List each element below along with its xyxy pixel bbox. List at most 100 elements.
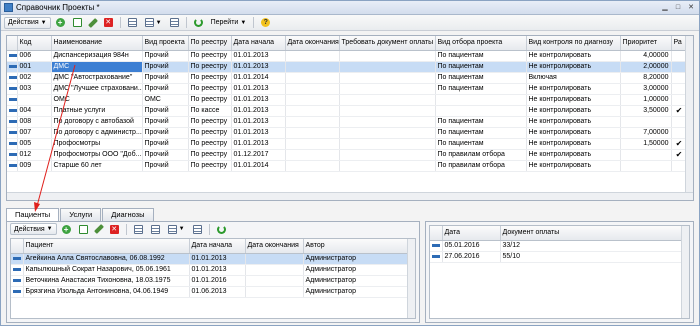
table-cell[interactable]: По реестру <box>188 116 232 128</box>
table-cell[interactable]: Прочий <box>142 127 189 139</box>
table-cell[interactable]: Брязгина Изольда Антониновна, 04.06.1949 <box>23 286 190 298</box>
table-cell[interactable]: По договору с автобазой <box>51 116 143 128</box>
minimize-icon[interactable]: ▁ <box>660 3 670 12</box>
column-header[interactable]: Требовать документ оплаты <box>339 36 436 51</box>
table-cell[interactable]: Профосмотры ООО "Доб... <box>51 149 143 161</box>
column-header[interactable]: Автор <box>303 239 412 254</box>
clear-filter-button[interactable] <box>167 17 182 29</box>
payment-documents-table[interactable]: Дата Документ оплаты 05.01.2016 33/12 27.0… <box>429 225 690 319</box>
table-row[interactable]: 001 ДМС Прочий По реестру 01.01.2013 По пацие… <box>7 61 688 73</box>
column-header[interactable]: По реестру <box>188 36 232 51</box>
table-cell[interactable] <box>435 94 527 106</box>
table-cell[interactable]: Не контролировать <box>526 127 621 139</box>
table-cell[interactable]: Включая <box>526 72 621 84</box>
patient-edit-button[interactable] <box>93 223 105 235</box>
column-header[interactable]: Дата начала <box>231 36 286 51</box>
column-header[interactable]: Дата окончания <box>285 36 340 51</box>
table-cell[interactable]: Прочий <box>142 50 189 62</box>
close-icon[interactable]: ✕ <box>686 3 696 12</box>
table-cell[interactable]: 007 <box>17 127 52 139</box>
table-cell[interactable] <box>339 72 436 84</box>
table-cell[interactable]: 01.01.2013 <box>189 253 246 265</box>
table-cell[interactable]: Прочий <box>142 138 189 150</box>
table-cell[interactable] <box>285 94 340 106</box>
patient-clear-filter-button[interactable] <box>190 223 205 235</box>
table-cell[interactable]: Прочий <box>142 160 189 172</box>
table-cell[interactable]: По правилам отбора <box>435 160 527 172</box>
table-cell[interactable]: 01.06.2013 <box>189 286 246 298</box>
table-cell[interactable]: 01.01.2016 <box>189 275 246 287</box>
tab-services[interactable]: Услуги <box>60 208 102 221</box>
table-cell[interactable] <box>285 61 340 73</box>
patient-delete-button[interactable]: ✕ <box>107 223 122 235</box>
table-cell[interactable]: Старше 60 лет <box>51 160 143 172</box>
add-button[interactable]: + <box>53 17 68 29</box>
vertical-scrollbar[interactable] <box>681 226 689 318</box>
patients-actions-button[interactable]: Действия ▼ <box>10 223 57 235</box>
maximize-icon[interactable]: □ <box>673 3 683 12</box>
table-cell[interactable]: ДМС <box>51 61 143 73</box>
table-row[interactable]: 004 Платные услуги Прочий По кассе 01.01.201… <box>7 105 688 117</box>
patient-filter-button[interactable] <box>131 223 146 235</box>
table-cell[interactable]: Прочий <box>142 105 189 117</box>
actions-menu-button[interactable]: Действия ▼ <box>4 16 51 29</box>
table-cell[interactable]: Диспансеризация 984н <box>51 50 143 62</box>
table-cell[interactable]: 01.01.2013 <box>231 61 286 73</box>
table-row[interactable]: Капылюшный Сократ Назарович, 05.06.1961 0… <box>11 264 412 276</box>
patients-table[interactable]: Пациент Дата начала Дата окончания Автор… <box>10 238 416 319</box>
table-cell[interactable]: 006 <box>17 50 52 62</box>
table-cell[interactable]: 4,00000 <box>620 50 672 62</box>
table-cell[interactable] <box>339 105 436 117</box>
column-header[interactable]: Вид контроля по диагнозу <box>526 36 621 51</box>
table-cell[interactable] <box>285 160 340 172</box>
table-cell[interactable]: 2,00000 <box>620 61 672 73</box>
table-cell[interactable] <box>620 160 672 172</box>
patient-filter-dropdown-button[interactable]: ▼ <box>165 223 188 235</box>
table-cell[interactable]: ОМС <box>51 94 143 106</box>
edit-button[interactable] <box>87 17 99 29</box>
table-cell[interactable] <box>339 116 436 128</box>
horizontal-scrollbar[interactable] <box>7 192 693 200</box>
table-cell[interactable] <box>285 72 340 84</box>
table-cell[interactable]: Прочий <box>142 83 189 95</box>
table-cell[interactable]: По реестру <box>188 61 232 73</box>
table-row[interactable]: ОМС ОМС По реестру 01.01.2013 Не контролиров… <box>7 94 688 106</box>
table-row[interactable]: Веточкина Анастасия Тихоновна, 18.03.197… <box>11 275 412 287</box>
table-cell[interactable]: По пациентам <box>435 50 527 62</box>
column-header[interactable]: Приоритет <box>620 36 672 51</box>
table-cell[interactable]: По реестру <box>188 94 232 106</box>
vertical-scrollbar[interactable] <box>685 36 693 200</box>
table-cell[interactable]: 8,20000 <box>620 72 672 84</box>
table-row[interactable]: 002 ДМС "Автострахование" Прочий По реестру… <box>7 72 688 84</box>
table-cell[interactable]: 008 <box>17 116 52 128</box>
table-cell[interactable]: 01.01.2013 <box>231 83 286 95</box>
table-cell[interactable]: Администратор <box>303 264 412 276</box>
table-cell[interactable] <box>339 61 436 73</box>
help-button[interactable]: ? <box>258 17 273 29</box>
table-cell[interactable] <box>620 149 672 161</box>
table-cell[interactable]: Администратор <box>303 253 412 265</box>
table-row[interactable]: 007 По договору с администр... Прочий По ре… <box>7 127 688 139</box>
table-cell[interactable]: Не контролировать <box>526 149 621 161</box>
patient-filter-value-button[interactable] <box>148 223 163 235</box>
table-cell[interactable] <box>285 83 340 95</box>
column-header[interactable]: Дата <box>442 226 501 241</box>
table-cell[interactable]: Не контролировать <box>526 50 621 62</box>
table-cell[interactable]: 01.01.2013 <box>231 50 286 62</box>
table-cell[interactable] <box>285 116 340 128</box>
table-cell[interactable]: ДМС "Лучшее страховани... <box>51 83 143 95</box>
column-header[interactable]: Наименование <box>51 36 143 51</box>
table-row[interactable]: 008 По договору с автобазой Прочий По реест… <box>7 116 688 128</box>
table-cell[interactable]: Прочий <box>142 61 189 73</box>
table-cell[interactable] <box>285 105 340 117</box>
table-row[interactable]: 006 Диспансеризация 984н Прочий По реестру 0… <box>7 50 688 62</box>
table-cell[interactable]: Веточкина Анастасия Тихоновна, 18.03.197… <box>23 275 190 287</box>
table-cell[interactable]: 27.06.2016 <box>442 251 501 263</box>
filter-button[interactable] <box>125 17 140 29</box>
table-cell[interactable] <box>620 116 672 128</box>
table-cell[interactable]: По правилам отбора <box>435 149 527 161</box>
projects-table[interactable]: Код Наименование Вид проекта По реестру … <box>6 35 694 201</box>
table-row[interactable]: Брязгина Изольда Антониновна, 04.06.1949… <box>11 286 412 298</box>
table-cell[interactable]: 3,00000 <box>620 83 672 95</box>
table-cell[interactable]: Не контролировать <box>526 116 621 128</box>
